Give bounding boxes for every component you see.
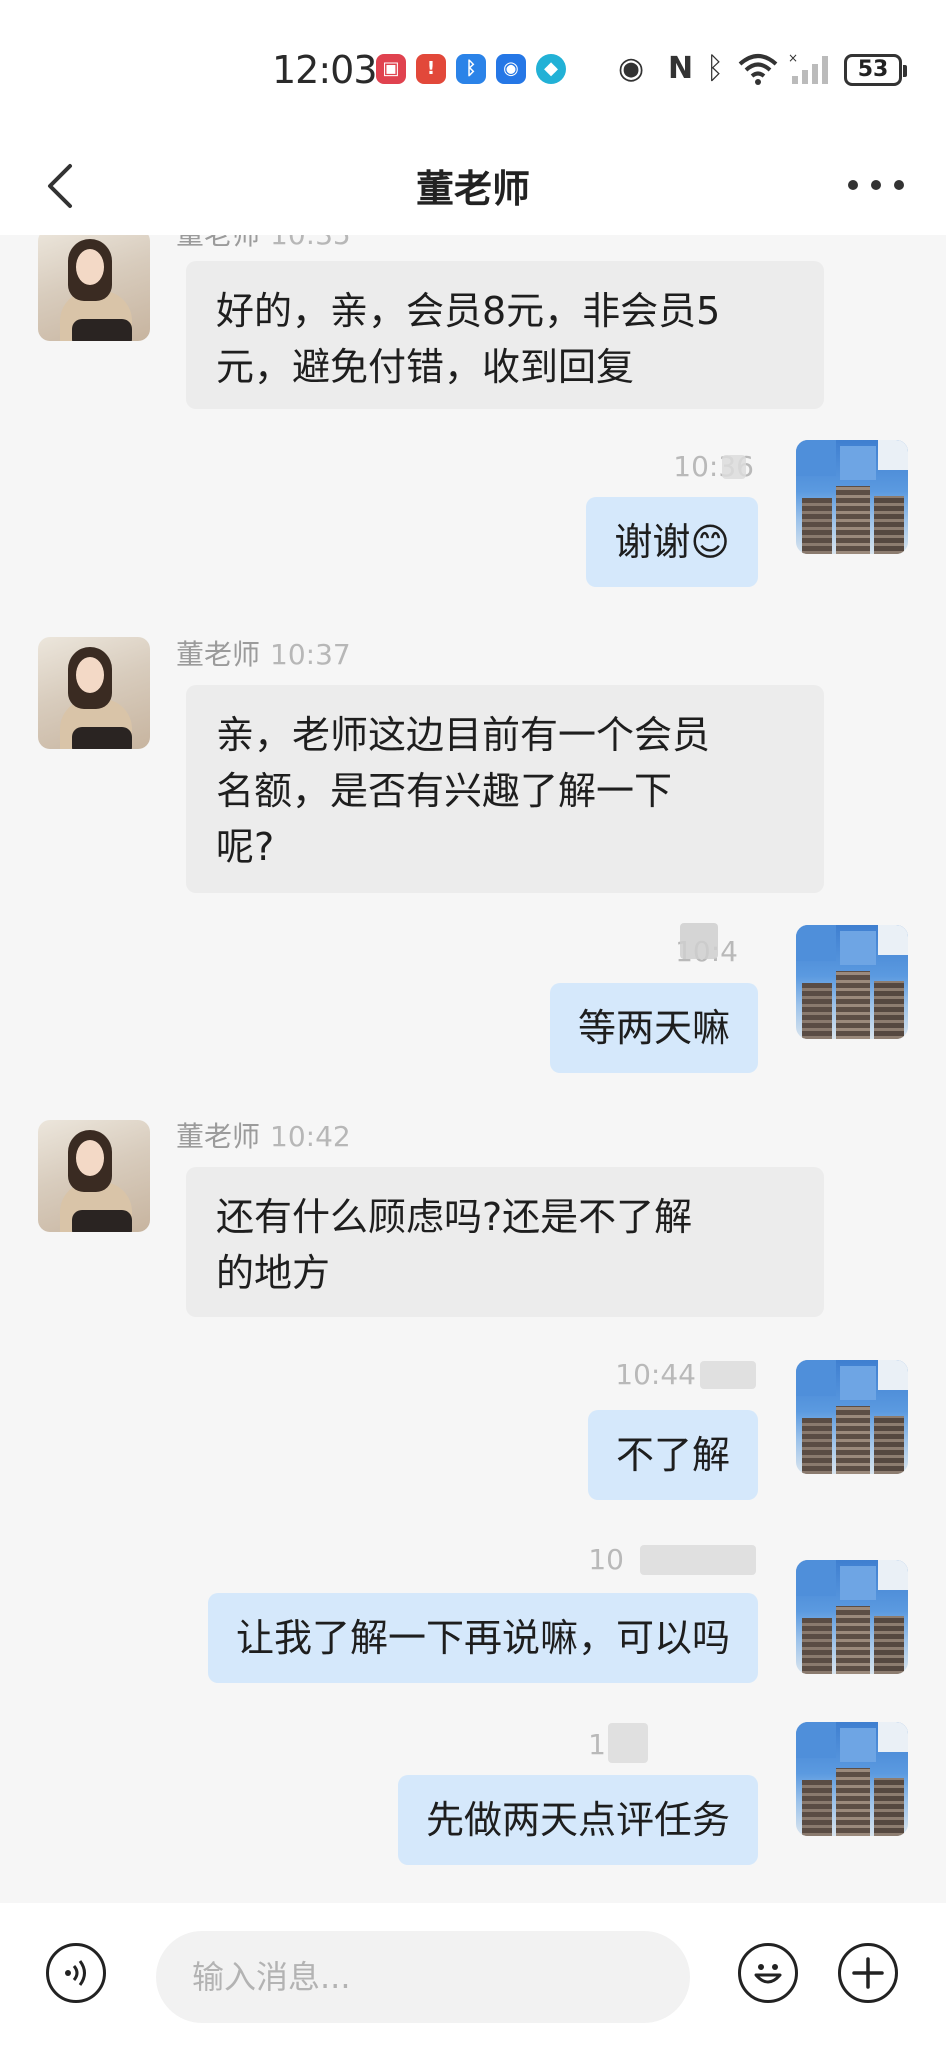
message-input[interactable] bbox=[156, 1931, 690, 2023]
message-time: 10:44 bbox=[615, 1358, 696, 1391]
message-text: 元，避免付错，收到回复 bbox=[216, 345, 635, 389]
lightbulb-app-icon: ◉ bbox=[496, 54, 526, 84]
plus-icon[interactable] bbox=[838, 1943, 898, 2003]
message-time: 10:35 bbox=[270, 235, 351, 251]
message-time: 10:42 bbox=[270, 1120, 351, 1153]
avatar[interactable] bbox=[38, 1120, 150, 1232]
redacted-area bbox=[680, 923, 718, 959]
emoji-icon[interactable] bbox=[738, 1943, 798, 2003]
avatar[interactable] bbox=[796, 1360, 908, 1474]
page-title: 董老师 bbox=[415, 167, 530, 211]
message-bubble[interactable]: 还有什么顾虑吗?还是不了解 的地方 bbox=[186, 1167, 824, 1317]
svg-text:×: × bbox=[788, 52, 798, 65]
sender-name: 董老师 bbox=[176, 638, 261, 671]
message-meta: 董老师 10:42 bbox=[176, 1115, 351, 1155]
message-time: 10:37 bbox=[270, 638, 351, 671]
avatar[interactable] bbox=[796, 925, 908, 1039]
signal-icon: × bbox=[788, 51, 834, 94]
red-app-icon: ▣ bbox=[376, 54, 406, 84]
message-time: 10 bbox=[588, 1543, 624, 1576]
message-bubble[interactable]: 先做两天点评任务 bbox=[397, 1775, 758, 1865]
bluetooth-app-icon: ᛒ bbox=[456, 54, 486, 84]
message-text: 先做两天点评任务 bbox=[425, 1798, 730, 1842]
message-text: 名额，是否有兴趣了解一下 bbox=[216, 769, 673, 813]
bluetooth-icon: ᛒ bbox=[706, 51, 724, 86]
message-text: 不了解 bbox=[615, 1433, 730, 1477]
message-meta: 董老师 10:35 bbox=[176, 235, 351, 253]
status-bar: 12:03 ▣ ! ᛒ ◉ ◆ ◉ N ᛒ × 53 bbox=[0, 0, 946, 140]
chat-header: 董老师 bbox=[0, 140, 946, 235]
nfc-icon: N bbox=[668, 51, 694, 86]
redacted-area bbox=[700, 1361, 756, 1389]
message-text: 等两天嘛 bbox=[577, 1006, 730, 1050]
redacted-area bbox=[722, 455, 746, 479]
sender-name: 董老师 bbox=[176, 235, 260, 251]
message-text: 亲，老师这边目前有一个会员 bbox=[216, 713, 711, 757]
status-time: 12:03 bbox=[272, 48, 378, 92]
wifi-icon bbox=[738, 52, 778, 94]
message-text: 谢谢😊 bbox=[614, 520, 730, 564]
redacted-area bbox=[608, 1723, 648, 1763]
input-bar bbox=[0, 1903, 946, 2048]
message-text: 呢? bbox=[216, 825, 275, 869]
message-bubble[interactable]: 谢谢😊 bbox=[586, 497, 758, 587]
message-list[interactable]: 董老师 10:35 好的，亲，会员8元，非会员5 元，避免付错，收到回复 10:3… bbox=[0, 235, 946, 1903]
avatar[interactable] bbox=[796, 1560, 908, 1674]
more-dots-icon[interactable] bbox=[848, 170, 904, 200]
avatar[interactable] bbox=[38, 235, 150, 341]
avatar[interactable] bbox=[38, 637, 150, 749]
avatar[interactable] bbox=[796, 440, 908, 554]
voice-icon[interactable] bbox=[46, 1943, 106, 2003]
redacted-area bbox=[640, 1545, 756, 1575]
message-text: 好的，亲，会员8元，非会员5 bbox=[216, 289, 721, 333]
message-text: 还有什么顾虑吗?还是不了解 bbox=[216, 1195, 693, 1239]
message-bubble[interactable]: 不了解 bbox=[587, 1410, 758, 1500]
message-meta: 董老师 10:37 bbox=[176, 633, 351, 673]
teal-app-icon: ◆ bbox=[536, 54, 566, 84]
red-app-icon: ! bbox=[416, 54, 446, 84]
sender-name: 董老师 bbox=[176, 1120, 261, 1153]
message-bubble[interactable]: 亲，老师这边目前有一个会员 名额，是否有兴趣了解一下 呢? bbox=[186, 685, 824, 893]
message-time: 1 bbox=[588, 1728, 606, 1761]
message-bubble[interactable]: 等两天嘛 bbox=[549, 983, 758, 1073]
eye-icon: ◉ bbox=[618, 51, 645, 86]
message-bubble[interactable]: 让我了解一下再说嘛，可以吗 bbox=[207, 1593, 758, 1683]
message-text: 的地方 bbox=[216, 1251, 331, 1295]
message-text: 让我了解一下再说嘛，可以吗 bbox=[235, 1616, 730, 1660]
battery-icon: 53 bbox=[844, 54, 907, 86]
message-bubble[interactable]: 好的，亲，会员8元，非会员5 元，避免付错，收到回复 bbox=[186, 261, 824, 409]
avatar[interactable] bbox=[796, 1722, 908, 1836]
